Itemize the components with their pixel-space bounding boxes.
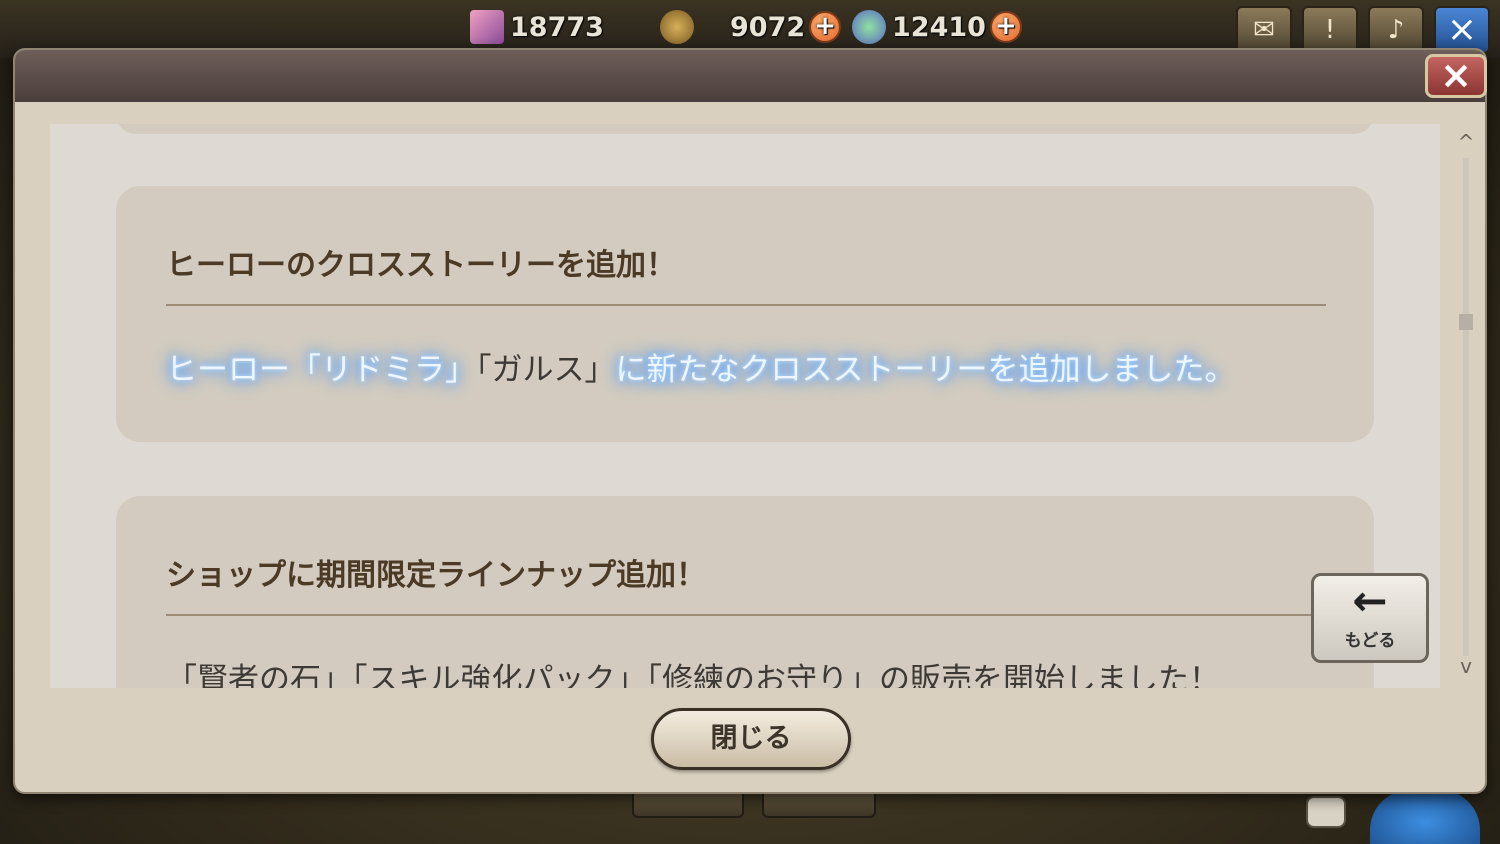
news-body: 「賢者の石」「スキル強化パック」「修練のお守り」の販売を開始しました！ <box>166 662 1220 688</box>
news-body-text: 「ガルス」 <box>476 352 616 388</box>
add-gem-button[interactable]: + <box>989 11 1022 43</box>
scrollbar[interactable]: ^ v <box>1453 124 1479 688</box>
news-title: ヒーローのクロスストーリーを追加！ <box>166 248 676 283</box>
news-body: ヒーロー「リドミラ」「ガルス」に新たなクロスストーリーを追加しました。 <box>166 344 1236 389</box>
notice-icon[interactable]: ! <box>1302 6 1358 54</box>
crystal-count: 18773 <box>510 11 604 43</box>
add-gold-button[interactable]: + <box>809 11 842 43</box>
highlighted-text: に新たなクロスストーリーを追加しました。 <box>615 352 1236 388</box>
hud-close-icon[interactable]: × <box>1434 6 1490 54</box>
mail-icon[interactable]: ✉ <box>1236 6 1292 54</box>
highlighted-text: ヒーロー「リドミラ」 <box>166 352 476 388</box>
close-button[interactable]: 閉じる <box>651 708 851 770</box>
gold-count: 9072 <box>730 11 806 43</box>
news-item: ショップに期間限定ラインナップ追加！ 「賢者の石」「スキル強化パック」「修練のお… <box>116 496 1374 688</box>
gem-counter: 12410 + <box>852 6 1022 48</box>
scroll-thumb[interactable] <box>1459 314 1473 330</box>
gem-icon <box>852 10 886 44</box>
back-arrow-icon: ← <box>1352 576 1388 625</box>
mascot-decoration <box>1370 790 1480 844</box>
gold-counter: 9072 + <box>660 6 842 48</box>
chat-icon <box>1306 796 1346 828</box>
back-button[interactable]: ← もどる <box>1311 573 1429 663</box>
divider <box>166 304 1326 306</box>
news-title: ショップに期間限定ラインナップ追加！ <box>166 558 706 593</box>
gold-coin-icon <box>660 10 694 44</box>
crystal-icon <box>470 10 504 44</box>
gem-count: 12410 <box>892 11 986 43</box>
news-item: ヒーローのクロスストーリーを追加！ ヒーロー「リドミラ」「ガルス」に新たなクロス… <box>116 186 1374 442</box>
scroll-down-icon[interactable]: v <box>1453 654 1479 678</box>
close-icon[interactable]: × <box>1425 54 1487 98</box>
scroll-up-icon[interactable]: ^ <box>1453 130 1479 154</box>
previous-news-item <box>116 124 1374 134</box>
news-dialog: × ヒーローのクロスストーリーを追加！ ヒーロー「リドミラ」「ガルス」に新たなク… <box>13 48 1487 794</box>
divider <box>166 614 1326 616</box>
music-icon[interactable]: ♪ <box>1368 6 1424 54</box>
dialog-header <box>15 50 1485 102</box>
news-list[interactable]: ヒーローのクロスストーリーを追加！ ヒーロー「リドミラ」「ガルス」に新たなクロス… <box>50 124 1440 688</box>
crystal-counter: 18773 <box>470 6 604 48</box>
back-label: もどる <box>1344 631 1396 651</box>
scroll-track[interactable] <box>1463 158 1469 656</box>
